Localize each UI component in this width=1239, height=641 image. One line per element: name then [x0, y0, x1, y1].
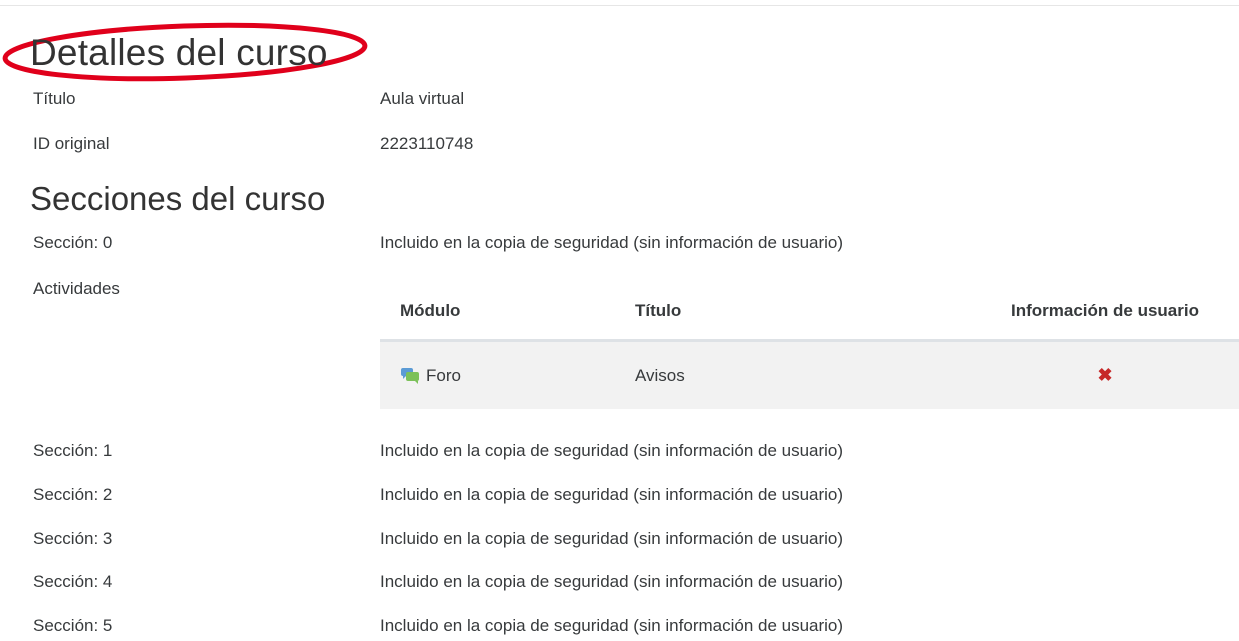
- table-row: Foro Avisos ✖: [380, 340, 1239, 409]
- original-id-value: 2223110748: [380, 134, 474, 153]
- section-5-status: Incluido en la copia de seguridad (sin i…: [380, 616, 844, 635]
- section-2-label: Sección: 2: [33, 485, 113, 504]
- module-name: Foro: [426, 365, 461, 385]
- section-3-status: Incluido en la copia de seguridad (sin i…: [380, 529, 844, 548]
- column-header-user-info: Información de usuario: [970, 283, 1239, 342]
- section-0-status: Incluido en la copia de seguridad (sin i…: [380, 233, 844, 252]
- course-details-heading: Detalles del curso: [30, 32, 328, 73]
- column-header-module: Módulo: [380, 283, 615, 342]
- section-1-status: Incluido en la copia de seguridad (sin i…: [380, 441, 844, 460]
- section-4-status: Incluido en la copia de seguridad (sin i…: [380, 572, 844, 591]
- section-5-label: Sección: 5: [33, 616, 113, 635]
- section-4-label: Sección: 4: [33, 572, 113, 591]
- course-sections-heading: Secciones del curso: [30, 180, 326, 217]
- user-info-cell: ✖: [970, 340, 1239, 409]
- title-value: Aula virtual: [380, 89, 465, 108]
- activities-table: Módulo Título Información de usuario For…: [380, 283, 1239, 409]
- section-2-status: Incluido en la copia de seguridad (sin i…: [380, 485, 844, 504]
- column-header-title: Título: [615, 283, 970, 342]
- section-1-label: Sección: 1: [33, 441, 113, 460]
- forum-icon: [400, 366, 420, 385]
- original-id-label: ID original: [33, 134, 110, 153]
- activities-label: Actividades: [33, 279, 120, 298]
- module-cell: Foro: [380, 340, 615, 409]
- top-divider: [0, 5, 1239, 6]
- section-0-label: Sección: 0: [33, 233, 113, 252]
- activity-title: Avisos: [615, 340, 970, 409]
- title-label: Título: [33, 89, 76, 108]
- section-3-label: Sección: 3: [33, 529, 113, 548]
- cross-icon: ✖: [1097, 365, 1113, 385]
- table-header-row: Módulo Título Información de usuario: [380, 283, 1239, 342]
